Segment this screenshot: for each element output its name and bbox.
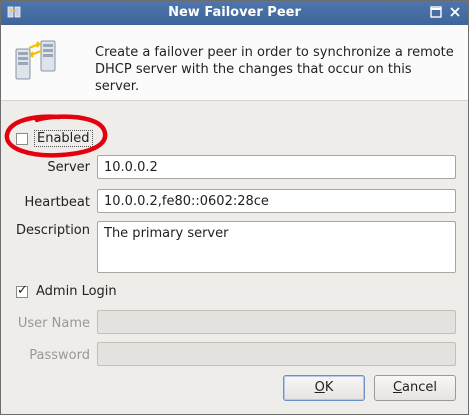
server-sync-icon: [13, 35, 61, 83]
heartbeat-field[interactable]: 10.0.0.2,fe80::0602:28ce: [97, 189, 456, 213]
enabled-label[interactable]: Enabled: [34, 130, 93, 147]
cancel-button[interactable]: Cancel: [374, 375, 456, 401]
admin-login-label[interactable]: Admin Login: [36, 284, 117, 299]
enabled-row[interactable]: Enabled: [16, 130, 93, 147]
title-bar[interactable]: New Failover Peer: [1, 1, 468, 25]
ok-mnemonic: O: [314, 380, 325, 395]
cancel-label-suffix: ancel: [402, 380, 438, 395]
admin-login-checkbox[interactable]: [16, 283, 28, 298]
description-field[interactable]: The primary server: [97, 221, 456, 273]
ok-label-suffix: K: [324, 380, 334, 395]
banner: Create a failover peer in order to synch…: [1, 25, 468, 101]
cancel-mnemonic: C: [392, 380, 403, 395]
dialog-body: Create a failover peer in order to synch…: [1, 25, 468, 414]
password-field[interactable]: [97, 342, 456, 366]
close-icon[interactable]: [447, 5, 463, 21]
enabled-checkbox[interactable]: [16, 132, 28, 145]
description-label: Description: [15, 223, 90, 238]
heartbeat-label: Heartbeat: [24, 195, 91, 210]
password-label: Password: [29, 348, 90, 363]
banner-description: Create a failover peer in order to synch…: [95, 45, 454, 94]
ok-button[interactable]: OK: [283, 375, 365, 401]
admin-login-row[interactable]: Admin Login: [16, 283, 117, 299]
window-title: New Failover Peer: [168, 5, 301, 20]
dialog-window: New Failover Peer Create a failover peer…: [0, 0, 469, 415]
server-label: Server: [47, 160, 90, 175]
username-field[interactable]: [97, 310, 456, 334]
server-field[interactable]: 10.0.0.2: [97, 155, 456, 179]
username-label: User Name: [17, 316, 90, 331]
restore-icon[interactable]: [428, 5, 444, 21]
